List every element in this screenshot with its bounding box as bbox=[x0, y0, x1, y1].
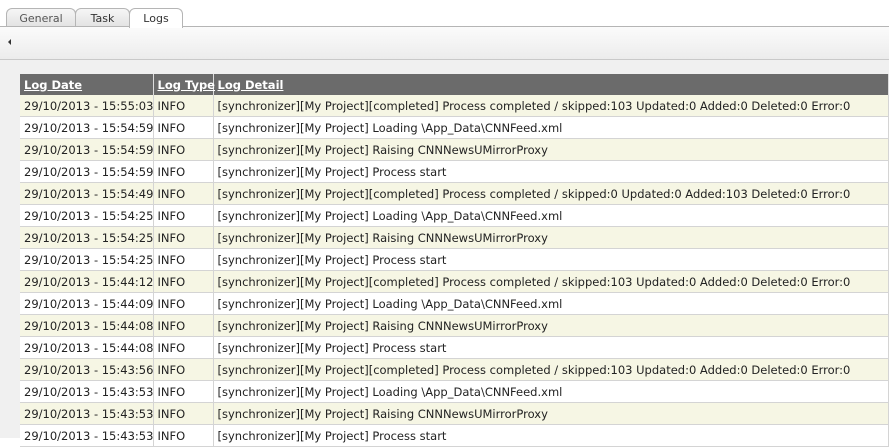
log-detail-cell: [synchronizer][My Project][completed] Pr… bbox=[213, 270, 889, 293]
log-date-cell: 29/10/2013 - 15:55:03 bbox=[20, 95, 154, 117]
log-detail-cell: [synchronizer][My Project][completed] Pr… bbox=[213, 182, 889, 205]
log-type-cell: INFO bbox=[153, 138, 214, 161]
table-row[interactable]: 29/10/2013 - 15:54:59 INFO [synchronizer][… bbox=[20, 160, 889, 183]
log-date-cell: 29/10/2013 - 15:43:53 bbox=[20, 424, 154, 447]
log-date-cell: 29/10/2013 - 15:43:56 bbox=[20, 358, 154, 381]
column-header-log-date[interactable]: Log Date bbox=[20, 74, 154, 95]
log-table: Log Date Log Type Log Detail 29/10/2013 … bbox=[20, 74, 889, 447]
log-type-cell: INFO bbox=[153, 270, 214, 293]
log-type-cell: INFO bbox=[153, 402, 214, 425]
log-detail-cell: [synchronizer][My Project] Process start bbox=[213, 336, 889, 359]
table-row[interactable]: 29/10/2013 - 15:44:12 INFO [synchronizer][… bbox=[20, 270, 889, 293]
column-header-log-detail[interactable]: Log Detail bbox=[213, 74, 889, 95]
log-detail-cell: [synchronizer][My Project] Process start bbox=[213, 160, 889, 183]
log-date-cell: 29/10/2013 - 15:54:25 bbox=[20, 248, 154, 271]
logs-panel: Log Date Log Type Log Detail 29/10/2013 … bbox=[0, 60, 889, 447]
table-row[interactable]: 29/10/2013 - 15:43:56 INFO [synchronizer][… bbox=[20, 358, 889, 381]
log-date-cell: 29/10/2013 - 15:54:25 bbox=[20, 204, 154, 227]
table-header-row: Log Date Log Type Log Detail bbox=[20, 74, 889, 95]
table-row[interactable]: 29/10/2013 - 15:44:08 INFO [synchronizer][… bbox=[20, 314, 889, 337]
log-type-cell: INFO bbox=[153, 358, 214, 381]
log-detail-cell: [synchronizer][My Project] Raising CNNNe… bbox=[213, 226, 889, 249]
table-row[interactable]: 29/10/2013 - 15:54:25 INFO [synchronizer][… bbox=[20, 226, 889, 249]
log-detail-cell: [synchronizer][My Project] Loading \App_… bbox=[213, 292, 889, 315]
log-type-cell: INFO bbox=[153, 380, 214, 403]
table-row[interactable]: 29/10/2013 - 15:55:03 INFO [synchronizer][… bbox=[20, 95, 889, 117]
log-date-cell: 29/10/2013 - 15:43:53 bbox=[20, 380, 154, 403]
table-row[interactable]: 29/10/2013 - 15:54:59 INFO [synchronizer][… bbox=[20, 116, 889, 139]
log-type-cell: INFO bbox=[153, 160, 214, 183]
collapse-arrow-icon[interactable] bbox=[8, 39, 11, 45]
log-type-cell: INFO bbox=[153, 292, 214, 315]
log-type-cell: INFO bbox=[153, 95, 214, 117]
tab-general[interactable]: General bbox=[6, 8, 76, 27]
log-detail-cell: [synchronizer][My Project] Raising CNNNe… bbox=[213, 138, 889, 161]
log-type-cell: INFO bbox=[153, 182, 214, 205]
log-detail-cell: [synchronizer][My Project] Process start bbox=[213, 248, 889, 271]
log-detail-cell: [synchronizer][My Project] Loading \App_… bbox=[213, 380, 889, 403]
table-row[interactable]: 29/10/2013 - 15:43:53 INFO [synchronizer][… bbox=[20, 424, 889, 447]
log-detail-cell: [synchronizer][My Project] Raising CNNNe… bbox=[213, 402, 889, 425]
table-row[interactable]: 29/10/2013 - 15:54:49 INFO [synchronizer][… bbox=[20, 182, 889, 205]
log-date-cell: 29/10/2013 - 15:44:12 bbox=[20, 270, 154, 293]
table-row[interactable]: 29/10/2013 - 15:54:59 INFO [synchronizer][… bbox=[20, 138, 889, 161]
table-row[interactable]: 29/10/2013 - 15:44:08 INFO [synchronizer][… bbox=[20, 336, 889, 359]
tab-task[interactable]: Task bbox=[75, 8, 130, 27]
log-date-cell: 29/10/2013 - 15:44:09 bbox=[20, 292, 154, 315]
log-detail-cell: [synchronizer][My Project] Raising CNNNe… bbox=[213, 314, 889, 337]
log-type-cell: INFO bbox=[153, 314, 214, 337]
log-type-cell: INFO bbox=[153, 116, 214, 139]
log-type-cell: INFO bbox=[153, 226, 214, 249]
log-date-cell: 29/10/2013 - 15:43:53 bbox=[20, 402, 154, 425]
column-header-log-type[interactable]: Log Type bbox=[153, 74, 215, 95]
log-date-cell: 29/10/2013 - 15:54:59 bbox=[20, 116, 154, 139]
log-date-cell: 29/10/2013 - 15:54:59 bbox=[20, 138, 154, 161]
log-date-cell: 29/10/2013 - 15:44:08 bbox=[20, 314, 154, 337]
table-row[interactable]: 29/10/2013 - 15:44:09 INFO [synchronizer][… bbox=[20, 292, 889, 315]
tab-bar: General Task Logs bbox=[0, 0, 889, 28]
log-detail-cell: [synchronizer][My Project] Process start bbox=[213, 424, 889, 447]
log-detail-cell: [synchronizer][My Project] Loading \App_… bbox=[213, 204, 889, 227]
log-date-cell: 29/10/2013 - 15:54:49 bbox=[20, 182, 154, 205]
table-row[interactable]: 29/10/2013 - 15:43:53 INFO [synchronizer][… bbox=[20, 380, 889, 403]
log-type-cell: INFO bbox=[153, 204, 214, 227]
log-detail-cell: [synchronizer][My Project][completed] Pr… bbox=[213, 95, 889, 117]
log-type-cell: INFO bbox=[153, 424, 214, 447]
log-date-cell: 29/10/2013 - 15:44:08 bbox=[20, 336, 154, 359]
table-row[interactable]: 29/10/2013 - 15:54:25 INFO [synchronizer][… bbox=[20, 204, 889, 227]
table-row[interactable]: 29/10/2013 - 15:54:25 INFO [synchronizer][… bbox=[20, 248, 889, 271]
log-date-cell: 29/10/2013 - 15:54:59 bbox=[20, 160, 154, 183]
table-row[interactable]: 29/10/2013 - 15:43:53 INFO [synchronizer][… bbox=[20, 402, 889, 425]
log-detail-cell: [synchronizer][My Project][completed] Pr… bbox=[213, 358, 889, 381]
log-detail-cell: [synchronizer][My Project] Loading \App_… bbox=[213, 116, 889, 139]
toolbar bbox=[0, 26, 889, 60]
log-type-cell: INFO bbox=[153, 248, 214, 271]
tab-logs[interactable]: Logs bbox=[129, 8, 183, 28]
log-table-body: 29/10/2013 - 15:55:03 INFO [synchronizer][… bbox=[20, 95, 889, 447]
log-type-cell: INFO bbox=[153, 336, 214, 359]
log-date-cell: 29/10/2013 - 15:54:25 bbox=[20, 226, 154, 249]
